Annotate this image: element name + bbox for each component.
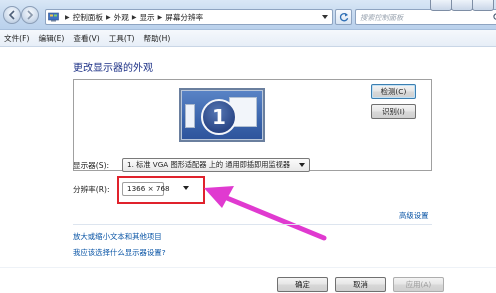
back-button[interactable] (3, 6, 21, 24)
menu-tools[interactable]: 工具(T) (109, 33, 135, 44)
breadcrumb-appearance[interactable]: 外观 (114, 12, 129, 23)
maximize-button[interactable] (451, 0, 473, 11)
apply-button[interactable]: 应用(A) (393, 277, 444, 292)
breadcrumb-separator: ▶ (65, 13, 70, 21)
control-panel-icon (48, 12, 59, 22)
which-setting-link[interactable]: 我应该选择什么显示器设置? (73, 247, 166, 258)
display-label: 显示器(S): (73, 161, 110, 170)
text-size-link[interactable]: 放大或缩小文本和其他项目 (73, 231, 162, 242)
main-content: 更改显示器的外观 1 检测(C) 识别(I) 显示器(S): 1. 标准 VGA… (0, 48, 496, 293)
section-divider (73, 224, 432, 225)
identify-button[interactable]: 识别(I) (371, 104, 416, 119)
footer-divider (0, 267, 496, 268)
breadcrumb-separator: ▶ (106, 13, 111, 21)
forward-icon (27, 10, 34, 20)
breadcrumb-screen-resolution[interactable]: 屏幕分辨率 (165, 12, 203, 23)
arrow-annotation-icon (204, 186, 327, 241)
page-title: 更改显示器的外观 (73, 63, 153, 74)
screen-resolution-window: ▶ 控制面板 ▶ 外观 ▶ 显示 ▶ 屏幕分辨率 搜索控制面板 文件(F) 编辑… (0, 0, 496, 293)
ok-button[interactable]: 确定 (277, 277, 328, 292)
breadcrumb-separator: ▶ (157, 13, 163, 21)
breadcrumb-separator: ▶ (131, 13, 137, 21)
back-icon (8, 10, 15, 20)
menu-bar: 文件(F) 编辑(E) 查看(V) 工具(T) 帮助(H) (0, 30, 496, 47)
search-input[interactable] (360, 11, 480, 23)
refresh-button[interactable] (335, 9, 352, 25)
forward-button[interactable] (21, 6, 39, 24)
display-select[interactable]: 1. 标准 VGA 图形适配器 上的 通用即插即用监视器 (122, 158, 310, 172)
resolution-highlight-box (117, 176, 205, 204)
advanced-settings-link[interactable]: 高级设置 (399, 210, 429, 221)
monitor-preview-pane (185, 104, 195, 128)
detect-button[interactable]: 检测(C) (371, 84, 416, 99)
breadcrumb-display[interactable]: 显示 (139, 12, 154, 23)
menu-file[interactable]: 文件(F) (4, 33, 29, 44)
breadcrumb-control-panel[interactable]: 控制面板 (73, 12, 103, 23)
search-box[interactable] (355, 9, 496, 25)
refresh-icon (339, 12, 349, 22)
window-controls (430, 0, 494, 11)
menu-view[interactable]: 查看(V) (73, 33, 99, 44)
close-button[interactable] (472, 0, 494, 11)
monitor-number-badge: 1 (201, 99, 237, 135)
menu-edit[interactable]: 编辑(E) (38, 33, 64, 44)
cancel-button[interactable]: 取消 (335, 277, 386, 292)
resolution-label: 分辨率(R): (73, 185, 110, 194)
dropdown-icon (299, 163, 305, 167)
minimize-button[interactable] (430, 0, 452, 11)
address-bar[interactable]: ▶ 控制面板 ▶ 外观 ▶ 显示 ▶ 屏幕分辨率 (45, 9, 333, 25)
display-select-value: 1. 标准 VGA 图形适配器 上的 通用即插即用监视器 (127, 160, 291, 169)
menu-help[interactable]: 帮助(H) (143, 33, 170, 44)
dropdown-icon[interactable] (322, 15, 328, 19)
navigation-bar: ▶ 控制面板 ▶ 外观 ▶ 显示 ▶ 屏幕分辨率 (0, 0, 496, 30)
monitor-thumbnail[interactable]: 1 (179, 88, 265, 142)
